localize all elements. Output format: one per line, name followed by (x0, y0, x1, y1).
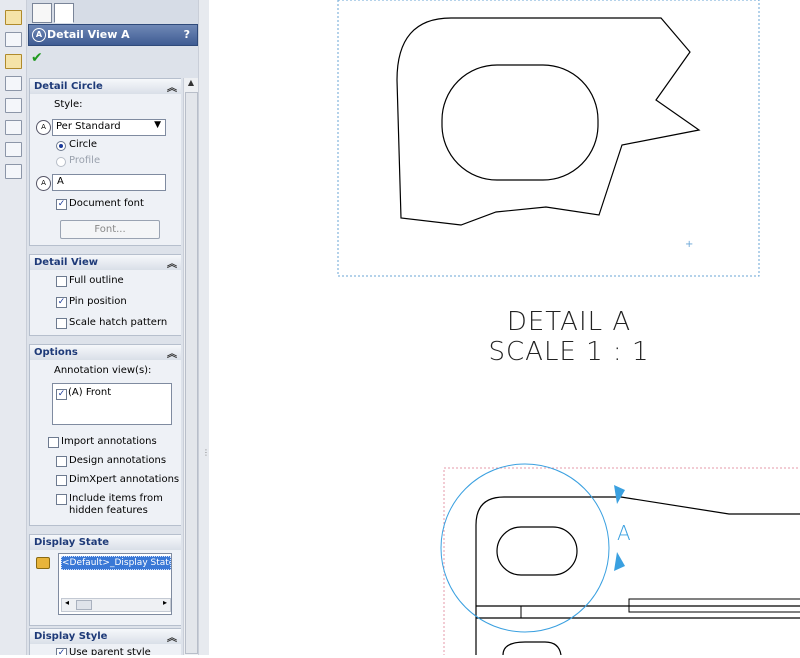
include-hidden-label-2: hidden features (69, 505, 148, 516)
front-part-outline[interactable] (475, 496, 800, 655)
dimxpert-annotations-checkbox[interactable] (56, 475, 67, 486)
pm-panel: Detail Circle ︽ Style: A Per Standard ▼ … (27, 78, 181, 655)
detail-arrow-top (614, 485, 625, 504)
broken-out-section-icon[interactable] (5, 120, 22, 135)
collapse-chevron-icon[interactable]: ︽ (167, 345, 177, 360)
command-toolbar (0, 0, 27, 655)
profile-radio-label: Profile (69, 155, 101, 166)
collapse-chevron-icon[interactable]: ︽ (167, 79, 177, 94)
style-select[interactable]: Per Standard ▼ (52, 119, 166, 136)
import-annotations-label: Import annotations (61, 436, 157, 447)
annotation-front-label: (A) Front (68, 387, 112, 398)
manager-tabs (27, 0, 198, 24)
detail-arrow-bottom (614, 552, 625, 571)
use-parent-style-checkbox[interactable]: ✓ (56, 648, 67, 655)
display-style-group: Display Style ︽ ✓ Use parent style (29, 628, 181, 655)
scroll-left-icon[interactable]: ◂ (65, 598, 69, 607)
dimxpert-annotations-label: DimXpert annotations (69, 474, 180, 485)
label-input[interactable]: A (52, 174, 166, 191)
ok-check-icon[interactable]: ✔ (31, 50, 43, 66)
projected-view-icon[interactable] (5, 32, 22, 47)
design-annotations-label: Design annotations (69, 455, 167, 466)
help-button[interactable]: ? (184, 28, 190, 41)
circle-radio[interactable] (56, 141, 66, 151)
pin-position-checkbox[interactable]: ✓ (56, 297, 67, 308)
scroll-up-icon[interactable]: ▲ (184, 78, 198, 92)
annotation-front-checkbox[interactable]: ✓ (56, 389, 67, 400)
detail-caption-scale[interactable]: SCALE 1 : 1 (464, 338, 674, 366)
label-icon: A (36, 176, 51, 191)
dropdown-arrow-icon: ▼ (154, 120, 161, 130)
collapse-chevron-icon[interactable]: ︽ (167, 255, 177, 270)
font-button[interactable]: Font... (60, 220, 160, 239)
hscroll-thumb[interactable] (76, 600, 92, 610)
property-manager: A Detail View A ? ✔ Detail Circle ︽ Styl… (27, 0, 198, 655)
options-header[interactable]: Options ︽ (30, 345, 181, 360)
scale-hatch-label: Scale hatch pattern (69, 317, 168, 328)
detail-view-icon[interactable] (5, 98, 22, 113)
detail-view-group: Detail View ︽ Full outline ✓ Pin positio… (29, 254, 181, 336)
document-font-checkbox[interactable]: ✓ (56, 199, 67, 210)
detail-circle[interactable] (440, 463, 610, 633)
pm-title: Detail View A (47, 28, 130, 41)
front-slot-hole[interactable] (496, 526, 578, 576)
feature-manager-tab[interactable] (32, 3, 52, 23)
detail-circle-header[interactable]: Detail Circle ︽ (30, 79, 181, 94)
detail-slot-hole[interactable] (441, 64, 599, 181)
detail-view-title-icon: A (32, 28, 46, 42)
display-style-header[interactable]: Display Style ︽ (30, 629, 181, 644)
profile-radio[interactable] (56, 157, 66, 167)
model-view-icon[interactable] (5, 10, 22, 25)
options-group: Options ︽ Annotation view(s): ✓ (A) Fron… (29, 344, 181, 526)
view-center-marker: + (685, 239, 693, 250)
display-state-header[interactable]: Display State (30, 535, 181, 550)
document-font-label: Document font (69, 198, 144, 209)
design-annotations-checkbox[interactable] (56, 456, 67, 467)
break-icon[interactable] (5, 142, 22, 157)
style-label: Style: (54, 99, 83, 110)
use-parent-style-label: Use parent style (69, 647, 151, 655)
detail-view-boundary[interactable] (337, 0, 760, 277)
circle-radio-label: Circle (69, 139, 98, 150)
display-state-group: Display State <Default>_Display State ◂ … (29, 534, 181, 626)
full-outline-checkbox[interactable] (56, 276, 67, 287)
display-state-item[interactable]: <Default>_Display State (61, 556, 171, 570)
annotation-views-label: Annotation view(s): (54, 365, 152, 376)
pm-vertical-scrollbar[interactable]: ▲ (183, 78, 198, 655)
scroll-right-icon[interactable]: ▸ (163, 598, 167, 607)
scroll-thumb[interactable] (185, 92, 198, 654)
drawing-sheet[interactable]: + A DETAIL A SCALE 1 : 1 (209, 0, 800, 658)
scale-hatch-checkbox[interactable] (56, 318, 67, 329)
detail-circle-label[interactable]: A (617, 521, 631, 545)
annotation-views-list[interactable]: ✓ (A) Front (52, 383, 172, 425)
crop-view-icon[interactable] (5, 164, 22, 179)
front-lower-hole (502, 641, 562, 656)
circle-style-icon: A (36, 120, 51, 135)
pm-title-bar: A Detail View A ? (28, 24, 198, 46)
display-state-list[interactable]: <Default>_Display State ◂ ▸ (58, 553, 172, 615)
detail-view-header[interactable]: Detail View ︽ (30, 255, 181, 270)
include-hidden-label-1: Include items from (69, 493, 163, 504)
display-state-hscroll[interactable]: ◂ ▸ (61, 598, 171, 612)
property-manager-tab[interactable] (54, 3, 74, 23)
display-state-icon (36, 557, 50, 569)
collapse-chevron-icon[interactable]: ︽ (167, 629, 177, 644)
detail-caption-title[interactable]: DETAIL A (464, 308, 674, 336)
import-annotations-checkbox[interactable] (48, 437, 59, 448)
detail-circle-group: Detail Circle ︽ Style: A Per Standard ▼ … (29, 78, 181, 246)
include-hidden-checkbox[interactable] (56, 494, 67, 505)
auxiliary-view-icon[interactable] (5, 54, 22, 69)
full-outline-label: Full outline (69, 275, 124, 286)
pin-position-label: Pin position (69, 296, 127, 307)
section-view-icon[interactable] (5, 76, 22, 91)
